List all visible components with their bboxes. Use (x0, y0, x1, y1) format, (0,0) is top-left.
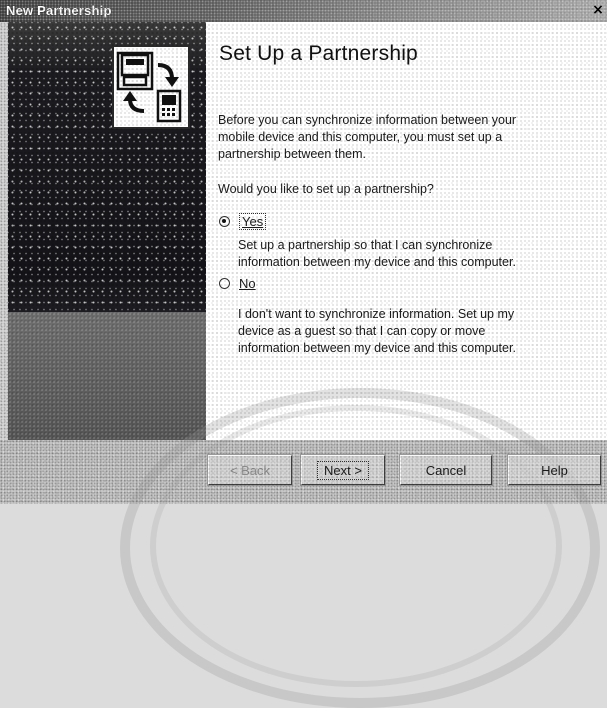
page-title: Set Up a Partnership (219, 42, 418, 65)
yes-radio[interactable] (219, 216, 230, 227)
yes-label[interactable]: Yes (239, 213, 267, 230)
no-radio[interactable] (219, 278, 230, 289)
close-icon[interactable]: × (591, 2, 605, 18)
cancel-button-label: Cancel (425, 462, 467, 478)
no-description: I don't want to synchronize information.… (238, 307, 516, 355)
help-button[interactable]: Help (507, 454, 602, 486)
question-text: Would you like to set up a partnership? (218, 182, 434, 196)
back-button[interactable]: < Back (207, 454, 293, 486)
yes-option[interactable]: Yes (219, 213, 267, 230)
next-button-label: Next > (317, 460, 369, 480)
back-button-label: < Back (229, 462, 271, 478)
window-title: New Partnership (6, 3, 112, 18)
intro-text: Before you can synchronize information b… (218, 113, 517, 161)
sync-devices-icon (112, 45, 190, 129)
title-bar[interactable]: New Partnership × (0, 0, 607, 22)
window-left-edge (0, 22, 8, 504)
yes-description: Set up a partnership so that I can synch… (238, 238, 516, 269)
wizard-sidebar-lower (8, 312, 206, 440)
no-label[interactable]: No (239, 276, 256, 291)
cancel-button[interactable]: Cancel (399, 454, 493, 486)
help-button-label: Help (541, 462, 568, 478)
next-button[interactable]: Next > (300, 454, 386, 486)
no-option[interactable]: No (219, 276, 256, 291)
